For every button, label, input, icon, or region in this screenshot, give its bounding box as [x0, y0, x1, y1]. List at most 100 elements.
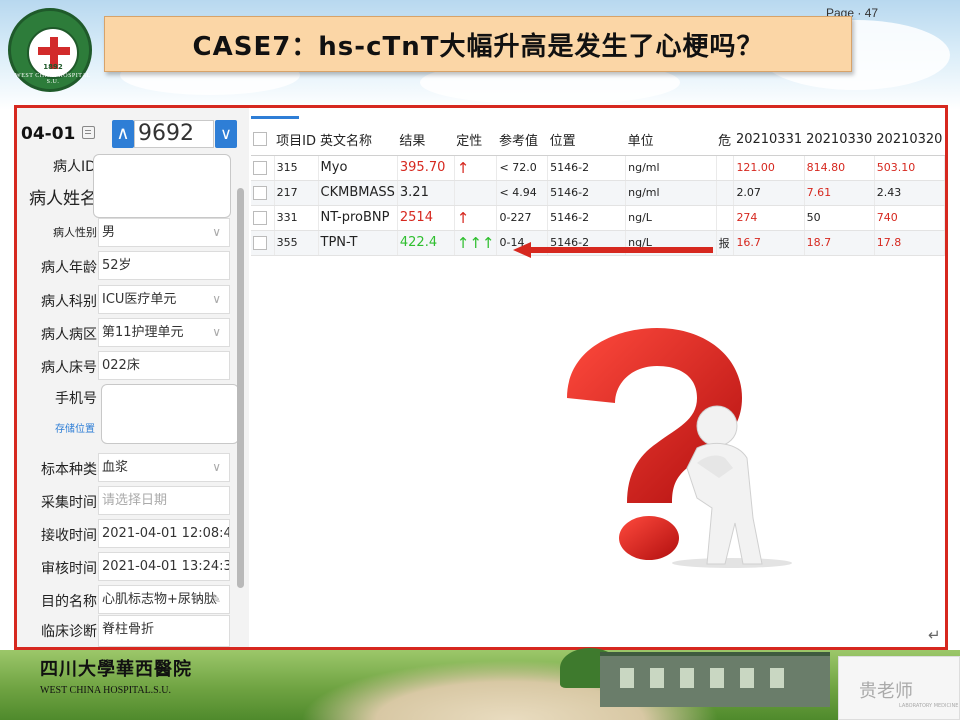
- cell-critical: 报: [716, 230, 735, 256]
- cell-history-2: 814.80: [804, 155, 875, 181]
- row-select-checkbox[interactable]: [253, 210, 267, 225]
- bed-field[interactable]: 022床: [98, 351, 230, 380]
- cell-unit: ng/ml: [625, 180, 717, 206]
- label-purpose: 目的名称: [41, 594, 97, 610]
- active-tab-indicator: [251, 116, 299, 119]
- header-position[interactable]: 位置: [547, 124, 626, 156]
- cell-critical: [716, 180, 735, 206]
- cell-result: 2514: [397, 205, 455, 231]
- cell-qualitative-flag: ↑: [454, 205, 498, 231]
- building-window: [650, 668, 664, 688]
- logo-emblem: 1892: [27, 27, 79, 79]
- building-window: [620, 668, 634, 688]
- cell-position: 5146-2: [547, 180, 627, 206]
- row-checkbox[interactable]: [251, 230, 275, 256]
- gender-value: 男: [102, 225, 116, 240]
- cell-history-3: 17.8: [874, 230, 945, 256]
- cell-unit: ng/L: [625, 205, 717, 231]
- label-diagnosis: 临床诊断: [41, 624, 97, 640]
- label-patient-name: 病人姓名: [29, 189, 97, 209]
- row-select-checkbox[interactable]: [253, 235, 267, 250]
- patient-info-panel: 04-01 ∧ 9692 ∨ 病人ID 病人姓名 病人性别 男 ∨ 病人年龄 52…: [17, 108, 249, 647]
- department-select[interactable]: ICU医疗单元 ∨: [98, 285, 230, 314]
- cell-history-1: 2.07: [733, 180, 805, 206]
- cell-history-1: 274: [733, 205, 805, 231]
- cell-english-name: CKMBMASS: [318, 180, 398, 206]
- chevron-down-icon: ∨: [212, 292, 221, 306]
- signature-subtitle: LABORATORY MEDICINE: [899, 703, 959, 709]
- logo-year: 1892: [43, 63, 63, 71]
- purpose-field[interactable]: 心肌标志物+尿钠肽 ✎: [98, 585, 230, 614]
- chevron-down-icon: ∨: [212, 225, 221, 239]
- header-history-1[interactable]: 20210331: [733, 124, 805, 156]
- cell-item-id: 315: [274, 155, 319, 181]
- panel-scrollbar[interactable]: [237, 188, 244, 588]
- previous-record-button[interactable]: ∧: [112, 120, 134, 148]
- cell-history-3: 2.43: [874, 180, 945, 206]
- return-icon[interactable]: ↵: [928, 626, 941, 644]
- table-header-row: 项目ID 英文名称 结果 定性 参考值 位置 单位 危 20210331 202…: [251, 124, 945, 156]
- cell-qualitative-flag: ↑: [454, 155, 498, 181]
- label-bed: 病人床号: [41, 360, 97, 376]
- cell-reference: 0-227: [496, 205, 549, 231]
- patient-id-search-input[interactable]: 9692: [134, 120, 214, 148]
- cell-english-name: TPN-T: [318, 230, 398, 256]
- chevron-down-icon: ∨: [212, 460, 221, 474]
- next-record-button[interactable]: ∨: [215, 120, 237, 148]
- header-unit[interactable]: 单位: [625, 124, 717, 156]
- header-qualitative[interactable]: 定性: [454, 124, 497, 156]
- cell-english-name: NT-proBNP: [318, 205, 398, 231]
- phone-field[interactable]: [101, 384, 239, 444]
- specimen-type-select[interactable]: 血浆 ∨: [98, 453, 230, 482]
- cell-history-3: 740: [874, 205, 945, 231]
- header-result[interactable]: 结果: [397, 124, 455, 156]
- header-item-id[interactable]: 项目ID: [274, 124, 319, 156]
- building-window: [770, 668, 784, 688]
- cell-qualitative-flag: [454, 180, 498, 206]
- label-receive-time: 接收时间: [41, 528, 97, 544]
- table-row[interactable]: 315 Myo 395.70 ↑ < 72.0 5146-2 ng/ml 121.00 814.…: [251, 155, 945, 181]
- gender-select[interactable]: 男 ∨: [98, 218, 230, 247]
- cell-position: 5146-2: [547, 205, 627, 231]
- diagnosis-field[interactable]: 脊柱骨折: [98, 615, 230, 647]
- label-patient-id: 病人ID: [53, 159, 96, 175]
- audit-time-field[interactable]: 2021-04-01 13:24:39: [98, 552, 230, 581]
- header-history-3[interactable]: 20210320: [874, 124, 945, 156]
- chevron-down-icon: ∨: [212, 325, 221, 339]
- header-english-name[interactable]: 英文名称: [318, 124, 398, 156]
- building-window: [680, 668, 694, 688]
- header-history-2[interactable]: 20210330: [804, 124, 875, 156]
- select-all-checkbox[interactable]: [253, 132, 267, 147]
- row-checkbox[interactable]: [251, 155, 275, 181]
- header-select-all[interactable]: [251, 124, 275, 156]
- label-ward: 病人病区: [41, 327, 97, 343]
- label-phone: 手机号: [55, 391, 97, 407]
- date-field[interactable]: 04-01: [21, 124, 75, 144]
- ward-select[interactable]: 第11护理单元 ∨: [98, 318, 230, 347]
- label-collect-time: 采集时间: [41, 495, 97, 511]
- cell-history-2: 50: [804, 205, 875, 231]
- cell-critical: [716, 205, 735, 231]
- table-row[interactable]: 217 CKMBMASS 3.21 < 4.94 5146-2 ng/ml 2.07 7.61…: [251, 180, 945, 206]
- hospital-building-image: [600, 652, 830, 707]
- row-select-checkbox[interactable]: [253, 160, 267, 175]
- cell-position: 5146-2: [547, 155, 627, 181]
- row-select-checkbox[interactable]: [253, 185, 267, 200]
- header-reference[interactable]: 参考值: [496, 124, 548, 156]
- receive-time-field[interactable]: 2021-04-01 12:08:43: [98, 519, 230, 548]
- logo-cross-bar: [38, 47, 70, 55]
- cell-result: 395.70: [397, 155, 455, 181]
- patient-name-field[interactable]: [93, 154, 231, 218]
- cell-item-id: 355: [274, 230, 319, 256]
- row-checkbox[interactable]: [251, 180, 275, 206]
- header-critical[interactable]: 危: [716, 124, 734, 156]
- edit-icon[interactable]: ✎: [211, 586, 221, 613]
- calendar-icon[interactable]: [82, 126, 95, 139]
- cell-item-id: 217: [274, 180, 319, 206]
- collect-time-picker[interactable]: 请选择日期: [98, 486, 230, 515]
- storage-location-link[interactable]: 存储位置: [55, 420, 95, 435]
- lis-screenshot-frame: 04-01 ∧ 9692 ∨ 病人ID 病人姓名 病人性别 男 ∨ 病人年龄 52…: [14, 105, 948, 650]
- row-checkbox[interactable]: [251, 205, 275, 231]
- age-field[interactable]: 52岁: [98, 251, 230, 280]
- table-row[interactable]: 331 NT-proBNP 2514 ↑ 0-227 5146-2 ng/L 274 50 740: [251, 205, 945, 231]
